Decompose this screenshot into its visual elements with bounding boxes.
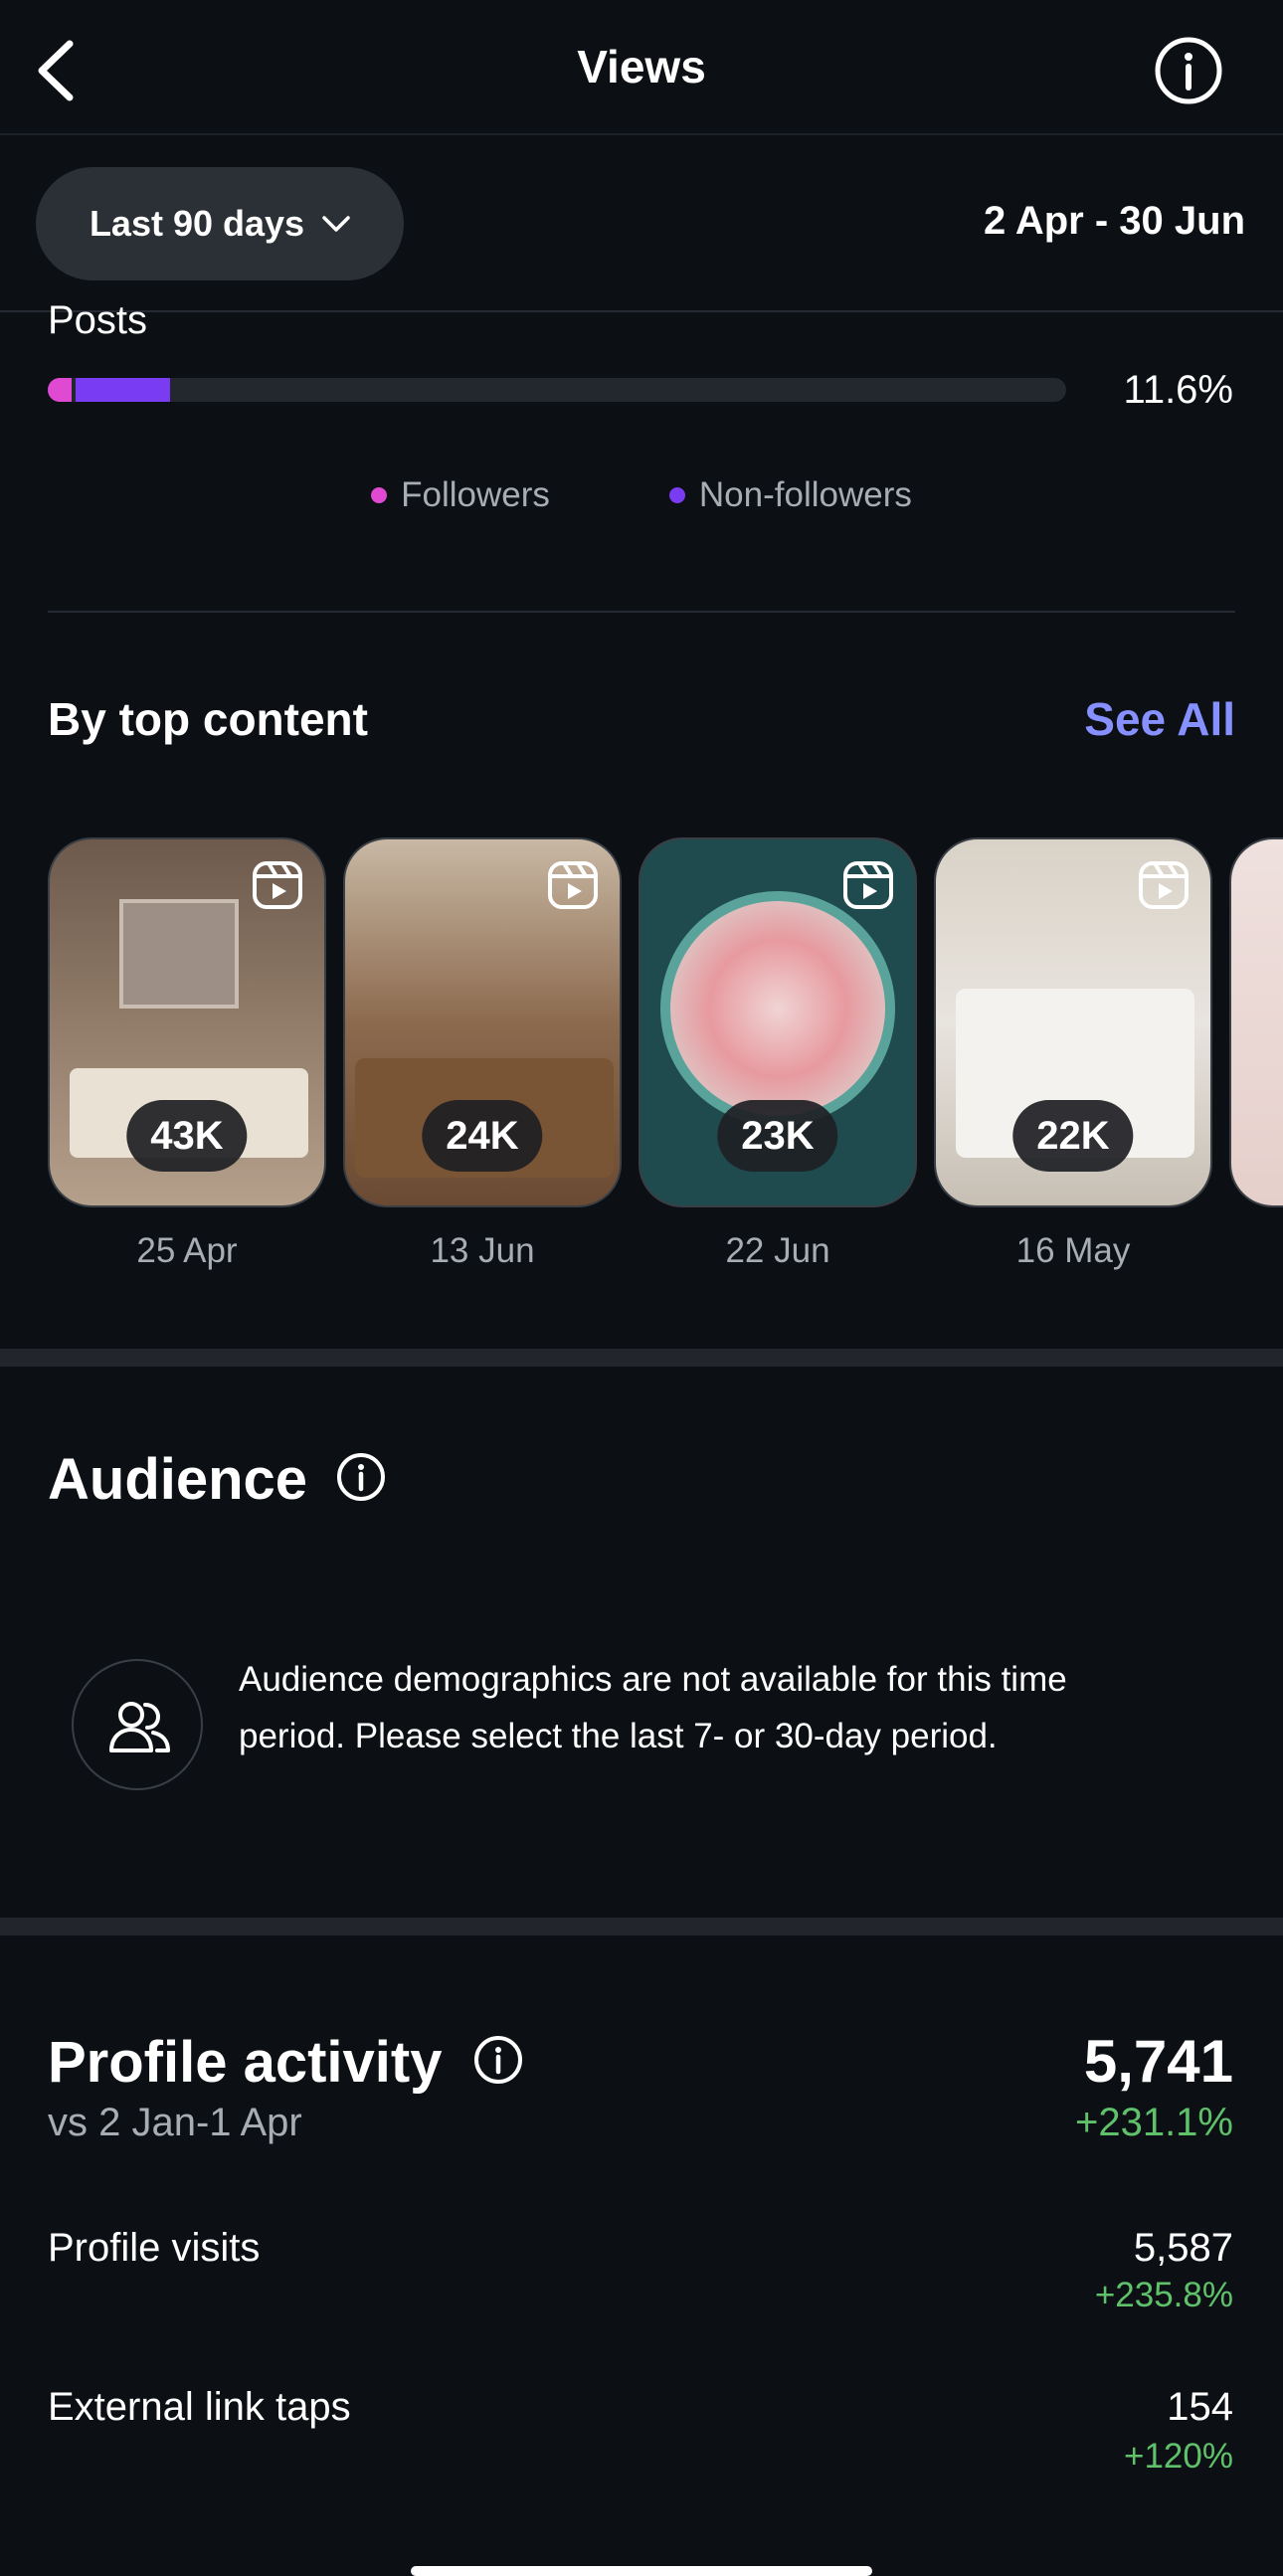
audience-icon-container	[72, 1659, 203, 1790]
date-range-dropdown[interactable]: Last 90 days	[36, 167, 404, 280]
posts-progress-bar	[48, 378, 1066, 402]
view-count-badge: 23K	[717, 1100, 838, 1172]
date-range-text: 2 Apr - 30 Jun	[983, 199, 1245, 243]
reel-icon	[843, 861, 893, 909]
divider	[48, 611, 1235, 613]
section-divider	[0, 1918, 1283, 1935]
bedding-illustration	[660, 891, 895, 1126]
view-count-badge: 22K	[1012, 1100, 1134, 1172]
profile-activity-change: +231.1%	[1074, 2101, 1233, 2144]
content-date: 22 Jun	[725, 1231, 830, 1270]
wall-art-illustration	[119, 899, 239, 1009]
chevron-down-icon	[322, 216, 350, 232]
content-date: 13 Jun	[430, 1231, 535, 1270]
content-thumbnail[interactable]: 43K	[48, 837, 326, 1207]
legend: Followers Non-followers	[0, 475, 1283, 515]
info-icon[interactable]	[1154, 36, 1223, 105]
date-range-dropdown-label: Last 90 days	[89, 203, 305, 244]
see-all-link[interactable]: See All	[1084, 692, 1235, 746]
legend-followers: Followers	[371, 475, 550, 515]
external-link-taps-label: External link taps	[48, 2385, 351, 2429]
info-icon[interactable]	[336, 1452, 386, 1502]
external-link-taps-value: 154	[1167, 2385, 1233, 2429]
filter-bar: Last 90 days 2 Apr - 30 Jun	[0, 137, 1283, 312]
non-followers-dot	[668, 487, 685, 503]
home-indicator	[411, 2566, 872, 2576]
content-thumbnail[interactable]: 24K	[343, 837, 622, 1207]
external-link-taps-change: +120%	[1124, 2437, 1233, 2476]
profile-activity-total: 5,741	[1083, 2028, 1233, 2095]
legend-non-followers-label: Non-followers	[698, 475, 912, 514]
legend-non-followers: Non-followers	[668, 475, 912, 515]
followers-bar-segment	[48, 378, 72, 402]
people-icon	[109, 1702, 170, 1752]
non-followers-bar-segment	[75, 378, 170, 402]
top-navigation-bar: Views	[0, 0, 1283, 135]
reel-icon	[253, 861, 302, 909]
audience-unavailable-message: Audience demographics are not available …	[239, 1660, 1067, 1755]
posts-percent: 11.6%	[1123, 368, 1233, 412]
reel-icon	[1139, 861, 1189, 909]
content-thumbnail[interactable]	[1229, 837, 1283, 1207]
info-icon[interactable]	[473, 2035, 523, 2085]
comparison-period: vs 2 Jan-1 Apr	[48, 2101, 302, 2144]
legend-followers-label: Followers	[401, 475, 550, 514]
reel-icon	[548, 861, 598, 909]
profile-visits-change: +235.8%	[1094, 2276, 1233, 2314]
view-count-badge: 43K	[126, 1100, 248, 1172]
page-title: Views	[577, 41, 706, 92]
content-date: 16 May	[1015, 1231, 1131, 1270]
top-content-title: By top content	[48, 693, 368, 745]
content-thumbnail[interactable]: 22K	[934, 837, 1212, 1207]
content-thumbnail[interactable]: 23K	[639, 837, 917, 1207]
profile-activity-title: Profile activity	[48, 2030, 443, 2095]
posts-label: Posts	[48, 298, 148, 342]
followers-dot	[371, 487, 388, 503]
section-divider	[0, 1349, 1283, 1367]
view-count-badge: 24K	[422, 1100, 543, 1172]
profile-visits-label: Profile visits	[48, 2226, 261, 2270]
top-content-carousel[interactable]: 43K 25 Apr 24K 13 Jun 23K 22 Jun 22K 16 …	[48, 837, 1283, 1275]
content-date: 25 Apr	[136, 1231, 238, 1270]
profile-visits-value: 5,587	[1133, 2226, 1233, 2270]
audience-title: Audience	[48, 1447, 308, 1512]
